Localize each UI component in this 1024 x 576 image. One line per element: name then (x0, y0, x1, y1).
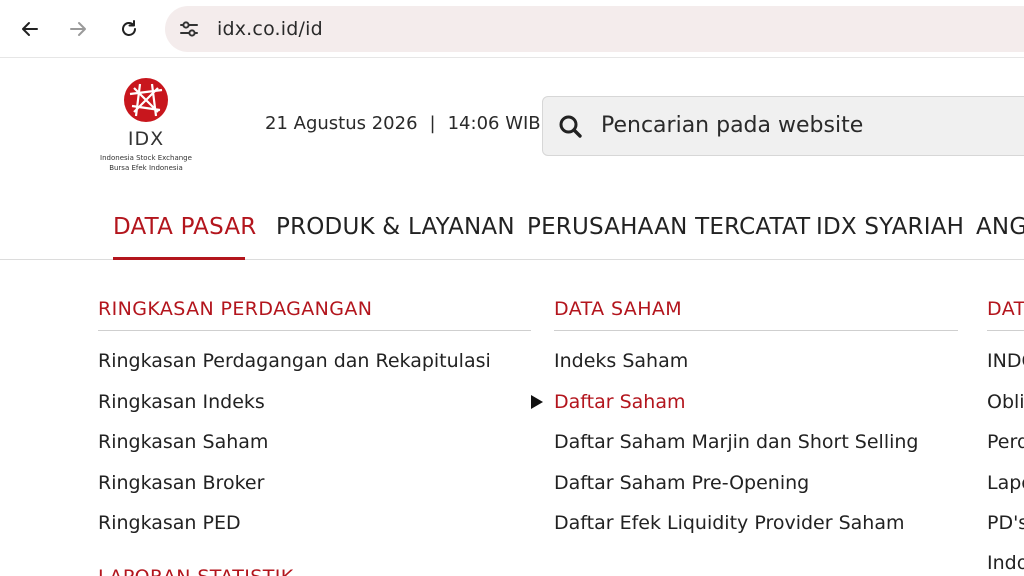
forward-arrow-icon[interactable] (63, 14, 93, 44)
search-icon[interactable] (557, 113, 585, 141)
logo-subtitle-english: Indonesia Stock Exchange (100, 154, 192, 162)
menu-link[interactable]: Daftar Saham Pre-Opening (554, 472, 809, 494)
menu-link[interactable]: Perd (987, 431, 1024, 453)
back-arrow-icon[interactable] (15, 14, 45, 44)
idx-logo[interactable]: IDX Indonesia Stock Exchange Bursa Efek … (96, 76, 200, 176)
site-search-box[interactable]: Pencarian pada website (542, 96, 1024, 156)
section-title-laporan-statistik: LAPORAN STATISTIK (98, 566, 294, 576)
section-divider (98, 330, 531, 331)
date-time-separator: | (429, 113, 436, 134)
menu-link[interactable]: Ringkasan Perdagangan dan Rekapitulasi (98, 350, 491, 372)
menu-link[interactable]: Daftar Saham Marjin dan Short Selling (554, 431, 919, 453)
mouse-pointer-icon (531, 395, 543, 409)
section-title-data-saham: DATA SAHAM (554, 298, 683, 320)
section-divider (554, 330, 958, 331)
logo-subtitle-indonesian: Bursa Efek Indonesia (109, 164, 183, 172)
menu-link[interactable]: Lapo (987, 472, 1024, 494)
search-input[interactable]: Pencarian pada website (601, 113, 863, 138)
url-text[interactable]: idx.co.id/id (217, 18, 323, 40)
current-date: 21 Agustus 2026 (265, 113, 418, 134)
active-nav-underline (113, 257, 245, 260)
idx-logo-mark-icon (124, 78, 168, 122)
reload-icon[interactable] (114, 14, 144, 44)
menu-link[interactable]: Ringkasan Indeks (98, 391, 265, 413)
section-divider (987, 330, 1024, 331)
menu-link[interactable]: Ringkasan Broker (98, 472, 264, 494)
menu-link[interactable]: Ringkasan PED (98, 512, 241, 534)
menu-link[interactable]: Indo (987, 552, 1024, 574)
browser-toolbar: idx.co.id/id (0, 0, 1024, 58)
menu-link[interactable]: PD's (987, 512, 1024, 534)
nav-data-pasar[interactable]: DATA PASAR (113, 214, 256, 240)
nav-perusahaan-tercatat[interactable]: PERUSAHAAN TERCATAT (527, 214, 810, 240)
main-navigation: DATA PASAR PRODUK & LAYANAN PERUSAHAAN T… (0, 200, 1024, 260)
current-time: 14:06 WIB (447, 113, 541, 134)
logo-text: IDX (127, 128, 165, 150)
section-title-ringkasan-perdagangan: RINGKASAN PERDAGANGAN (98, 298, 373, 320)
menu-link[interactable]: INDC (987, 350, 1024, 372)
menu-link-active[interactable]: Daftar Saham (554, 391, 685, 413)
site-settings-icon[interactable] (177, 17, 201, 41)
menu-link[interactable]: Indeks Saham (554, 350, 688, 372)
address-bar[interactable]: idx.co.id/id (165, 6, 1024, 52)
nav-item-truncated[interactable]: ANG (976, 214, 1024, 240)
nav-idx-syariah[interactable]: IDX SYARIAH (816, 214, 964, 240)
date-time: 21 Agustus 2026 | 14:06 WIB (265, 113, 541, 134)
section-title-truncated: DAT (987, 298, 1024, 320)
nav-produk-layanan[interactable]: PRODUK & LAYANAN (276, 214, 515, 240)
menu-link[interactable]: Daftar Efek Liquidity Provider Saham (554, 512, 904, 534)
menu-link[interactable]: Oblig (987, 391, 1024, 413)
menu-link[interactable]: Ringkasan Saham (98, 431, 268, 453)
